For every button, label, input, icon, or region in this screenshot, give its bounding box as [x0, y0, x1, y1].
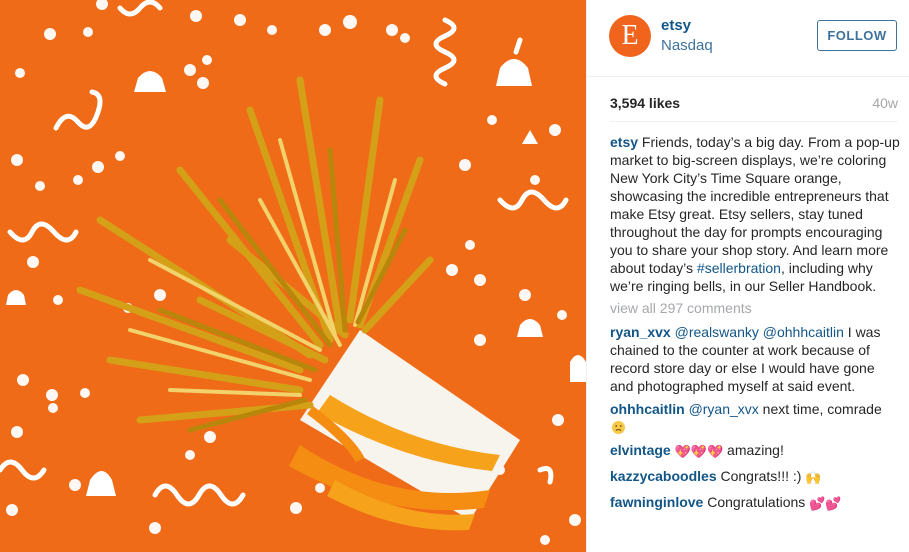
caption-text: Friends, today’s a big day. From a pop-u…: [610, 134, 900, 276]
likes-count[interactable]: 3,594 likes: [610, 95, 680, 111]
mention-link[interactable]: @ryan_xvx: [689, 401, 759, 417]
comment-username-link[interactable]: fawninginlove: [610, 494, 703, 510]
comment-username-link[interactable]: ohhhcaitlin: [610, 401, 685, 417]
post-photo[interactable]: [0, 0, 586, 552]
post-details-panel: E etsy Nasdaq FOLLOW 3,594 likes 40w ets…: [586, 0, 909, 552]
post-age[interactable]: 40w: [872, 95, 898, 111]
hashtag-link[interactable]: #sellerbration: [697, 260, 781, 276]
two-hearts-emoji-icon: 💕💕: [809, 497, 842, 512]
comment-username-link[interactable]: kazzycaboodles: [610, 468, 717, 484]
raised-hands-emoji-icon: 🙌: [805, 471, 822, 486]
post-header: E etsy Nasdaq FOLLOW: [587, 0, 909, 77]
comment-username-link[interactable]: elvintage: [610, 442, 671, 458]
location-link[interactable]: Nasdaq: [661, 37, 713, 54]
comment-item: kazzycaboodles Congrats!!! :) 🙌: [610, 467, 900, 488]
comment-text: amazing!: [723, 442, 784, 458]
disappointed-face-emoji-icon: [612, 421, 625, 434]
comment-item: elvintage 💖💖💖 amazing!: [610, 441, 900, 462]
comment-item: ryan_xvx @realswanky @ohhhcaitlin I was …: [610, 323, 900, 395]
post-stats: 3,594 likes 40w: [610, 95, 898, 115]
comment-text: next time, comrade: [758, 401, 882, 417]
mention-link[interactable]: @realswanky: [675, 324, 759, 340]
avatar[interactable]: E: [609, 15, 651, 57]
comments-feed[interactable]: etsy Friends, today’s a big day. From a …: [610, 133, 900, 533]
account-username-link[interactable]: etsy: [661, 17, 691, 34]
comment-text: Congratulations: [703, 494, 806, 510]
instagram-post: E etsy Nasdaq FOLLOW 3,594 likes 40w ets…: [0, 0, 909, 552]
mention-link[interactable]: @ohhhcaitlin: [763, 324, 844, 340]
caption-username-link[interactable]: etsy: [610, 134, 638, 150]
comment-text: Congrats!!! :): [716, 468, 802, 484]
comment-item: ohhhcaitlin @ryan_xvx next time, comrade: [610, 400, 900, 436]
comment-item: fawninginlove Congratulations 💕💕: [610, 493, 900, 514]
divider: [610, 121, 898, 122]
view-all-comments-link[interactable]: view all 297 comments: [610, 299, 900, 317]
party-popper-illustration: [0, 0, 586, 552]
sparkling-heart-emoji-icon: 💖💖💖: [674, 445, 724, 460]
follow-button[interactable]: FOLLOW: [817, 20, 897, 51]
post-caption: etsy Friends, today’s a big day. From a …: [610, 133, 900, 295]
comment-username-link[interactable]: ryan_xvx: [610, 324, 671, 340]
